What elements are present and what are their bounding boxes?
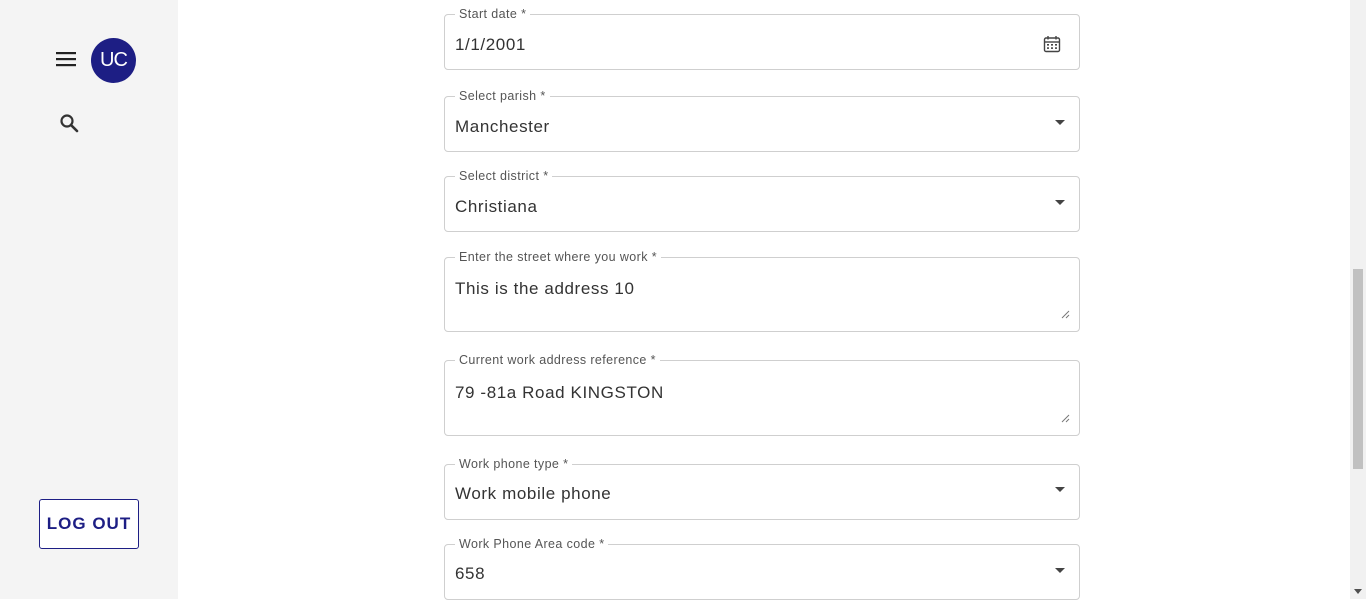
sidebar: UC LOG OUT — [0, 0, 178, 599]
phone-type-select[interactable]: Work phone type * Work mobile phone — [444, 458, 1080, 520]
area-code-select[interactable]: Work Phone Area code * 658 — [444, 538, 1080, 600]
scroll-down-arrow-icon[interactable] — [1354, 589, 1362, 594]
parish-value: Manchester — [455, 117, 550, 136]
district-value: Christiana — [455, 197, 538, 216]
resize-handle-icon[interactable] — [1061, 310, 1070, 319]
avatar[interactable]: UC — [91, 38, 136, 83]
area-code-value: 658 — [455, 564, 486, 583]
scrollbar-thumb[interactable] — [1353, 269, 1363, 469]
start-date-field[interactable]: Start date * 1/1/2001 — [444, 8, 1080, 70]
parish-label: Select parish * — [455, 90, 550, 103]
logout-button[interactable]: LOG OUT — [39, 499, 139, 549]
main-content: Start date * 1/1/2001 Select parish * Ma… — [178, 0, 1350, 600]
chevron-down-icon[interactable] — [1055, 200, 1065, 205]
district-label: Select district * — [455, 170, 553, 183]
reference-label: Current work address reference * — [455, 354, 660, 367]
phone-type-value: Work mobile phone — [455, 484, 612, 503]
chevron-down-icon[interactable] — [1055, 568, 1065, 573]
start-date-label: Start date * — [455, 8, 531, 21]
area-code-label: Work Phone Area code * — [455, 538, 609, 551]
reference-textarea[interactable]: Current work address reference * 79 -81a… — [444, 354, 1080, 436]
start-date-value[interactable]: 1/1/2001 — [455, 35, 526, 55]
page-scrollbar[interactable] — [1350, 0, 1366, 599]
street-label: Enter the street where you work * — [455, 251, 662, 264]
phone-type-label: Work phone type * — [455, 458, 573, 471]
street-value[interactable]: This is the address 10 — [455, 279, 635, 299]
chevron-down-icon[interactable] — [1055, 487, 1065, 492]
menu-icon[interactable] — [56, 51, 76, 67]
search-icon[interactable] — [59, 113, 79, 133]
resize-handle-icon[interactable] — [1061, 414, 1070, 423]
parish-select[interactable]: Select parish * Manchester — [444, 90, 1080, 152]
reference-value[interactable]: 79 -81a Road KINGSTON — [455, 383, 664, 403]
street-textarea[interactable]: Enter the street where you work * This i… — [444, 251, 1080, 332]
district-select[interactable]: Select district * Christiana — [444, 170, 1080, 232]
chevron-down-icon[interactable] — [1055, 120, 1065, 125]
calendar-icon[interactable] — [1043, 35, 1061, 53]
